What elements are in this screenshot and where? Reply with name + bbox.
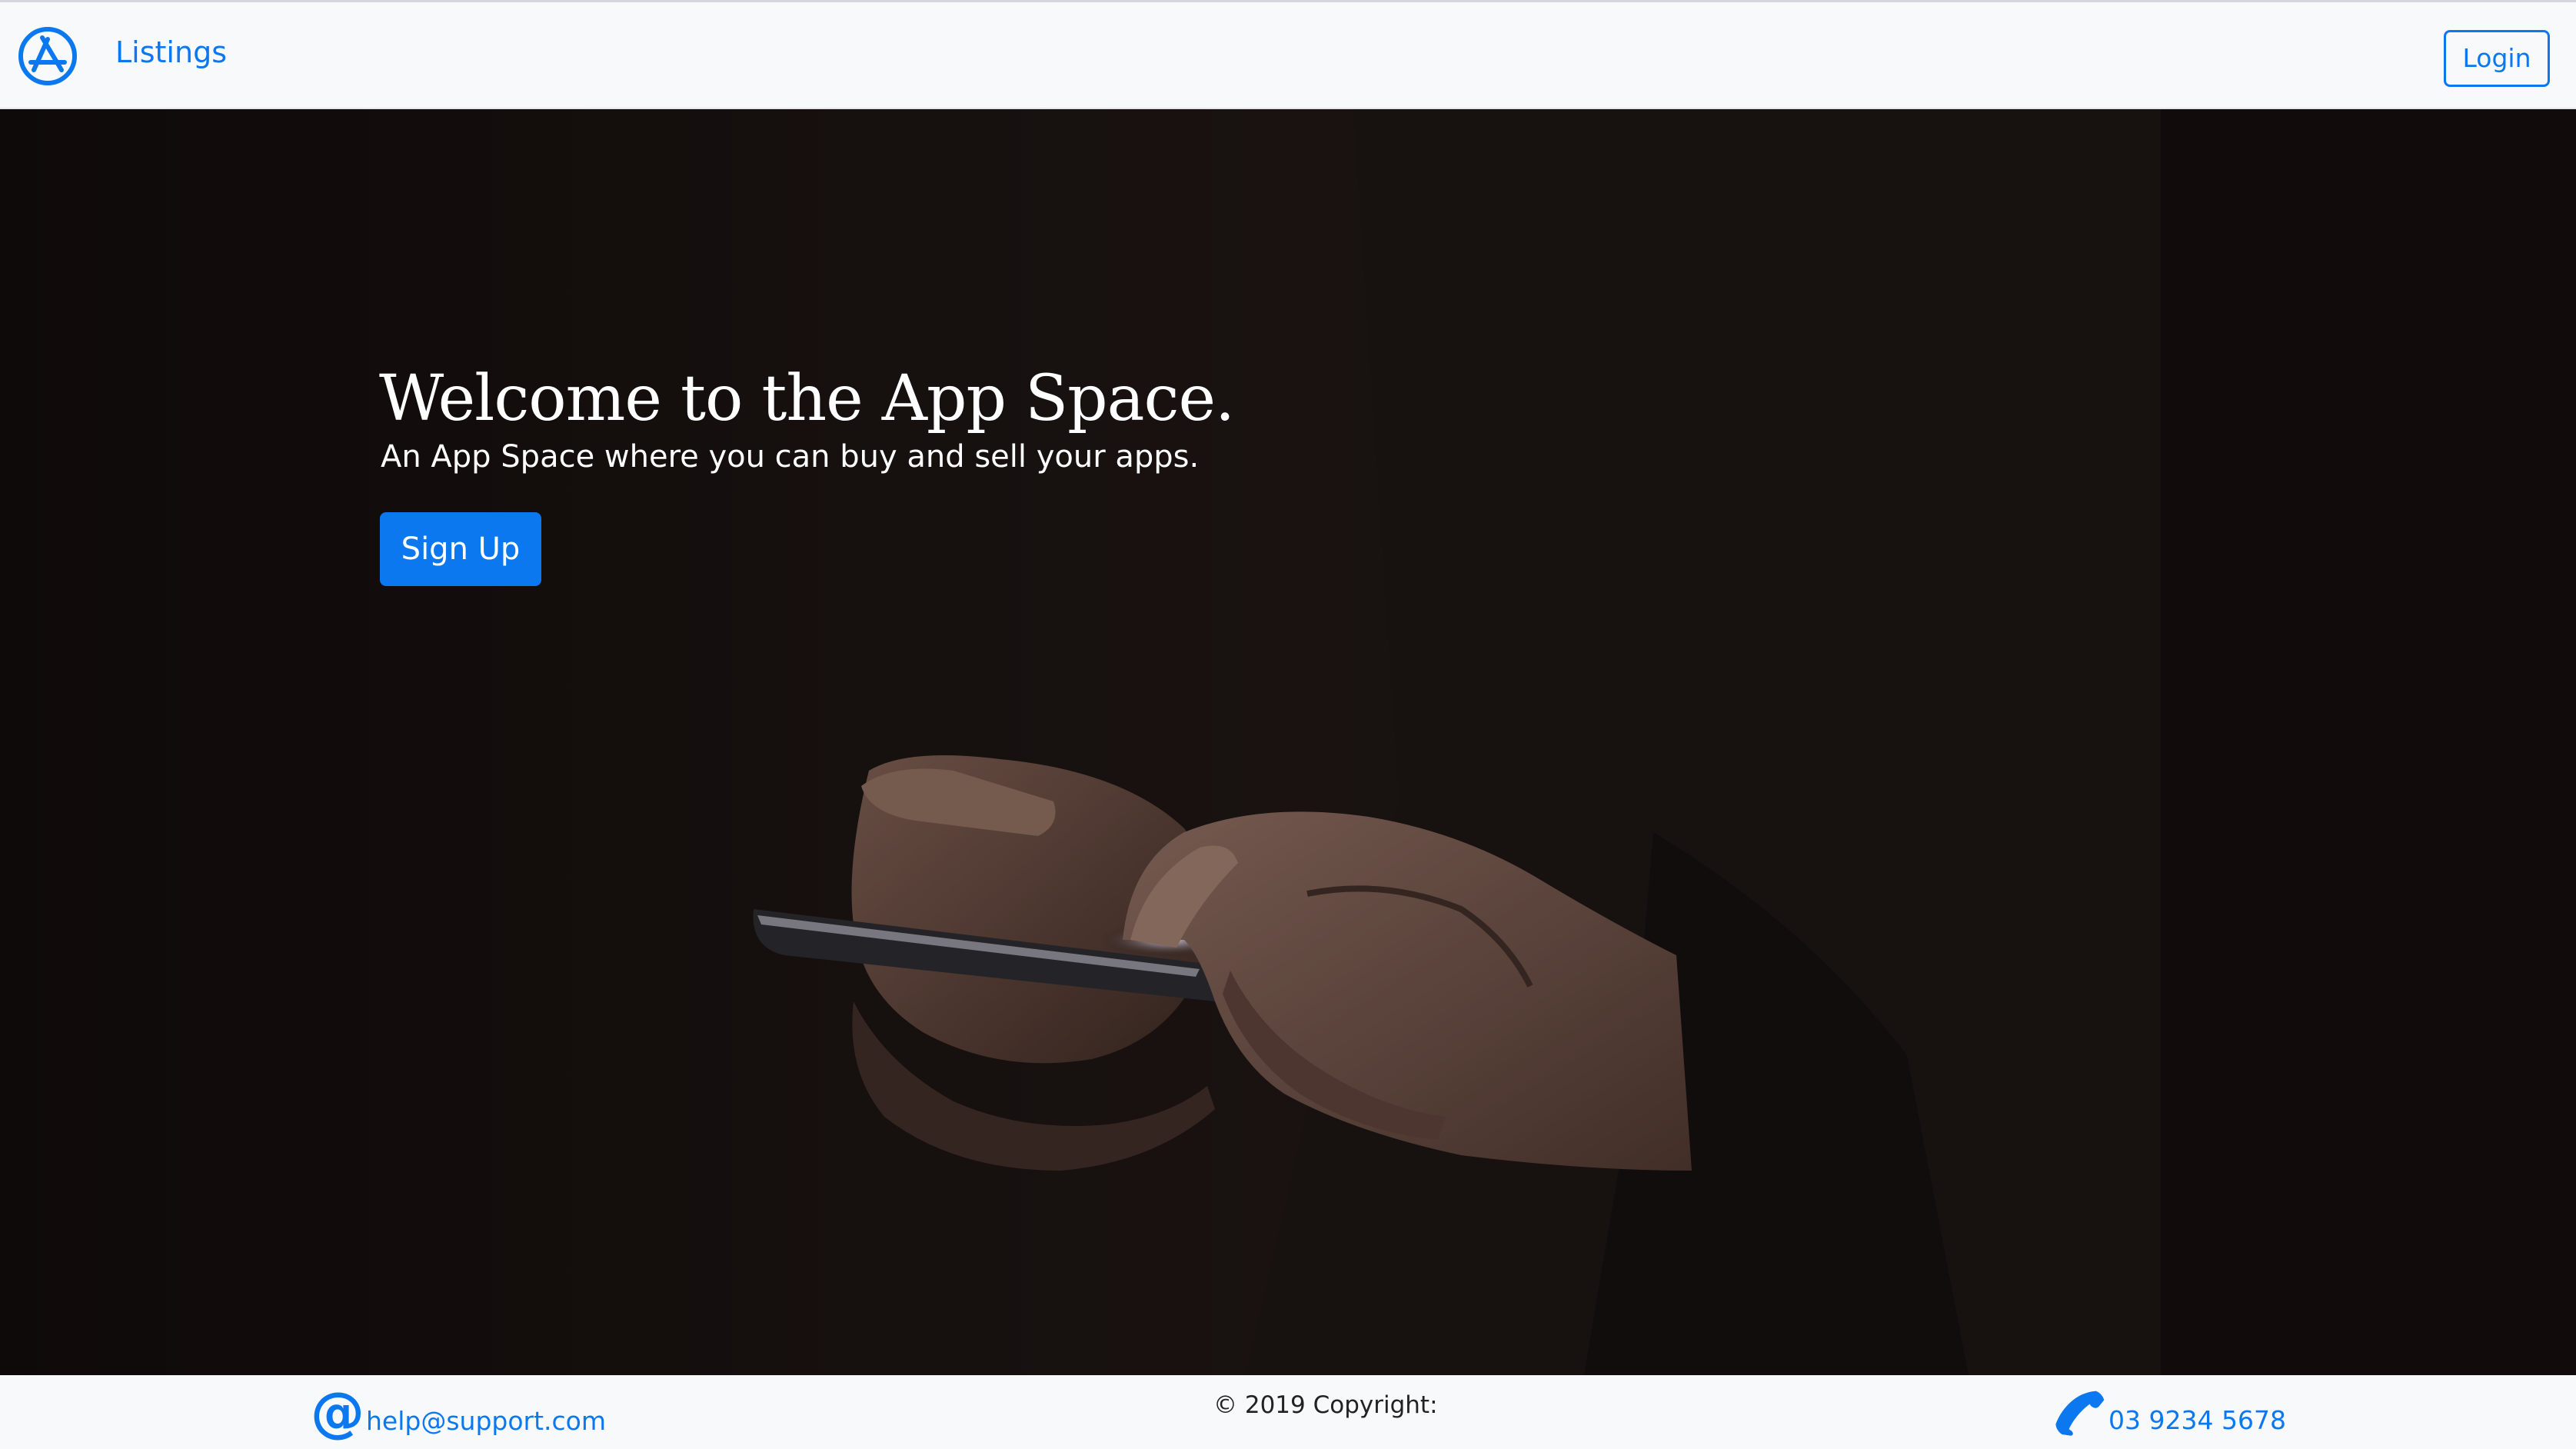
footer-phone: 03 9234 5678 xyxy=(2108,1405,2286,1435)
app-store-icon xyxy=(18,27,77,85)
nav-link-listings[interactable]: Listings xyxy=(115,38,227,67)
footer-phone-link[interactable]: 03 9234 5678 xyxy=(2055,1386,2286,1437)
hero-background-image xyxy=(0,109,2576,1375)
footer-email-link[interactable]: @ help@support.com xyxy=(311,1385,606,1439)
navbar: Listings Login xyxy=(0,0,2576,109)
sign-up-button[interactable]: Sign Up xyxy=(380,512,541,586)
footer-email: help@support.com xyxy=(366,1406,607,1436)
brand-logo[interactable] xyxy=(17,25,78,87)
hero-title: Welcome to the App Space. xyxy=(379,362,1235,435)
footer: @ help@support.com © 2019 Copyright: 03 … xyxy=(0,1375,2576,1449)
hero-text: Welcome to the App Space. An App Space w… xyxy=(379,362,1235,475)
login-button[interactable]: Login xyxy=(2444,30,2550,87)
footer-copyright: © 2019 Copyright: xyxy=(1213,1391,1438,1419)
at-icon: @ xyxy=(311,1381,364,1444)
hero-subtitle: An App Space where you can buy and sell … xyxy=(381,439,1200,475)
phone-icon xyxy=(2055,1391,2105,1436)
hero-section: Welcome to the App Space. An App Space w… xyxy=(0,109,2576,1375)
